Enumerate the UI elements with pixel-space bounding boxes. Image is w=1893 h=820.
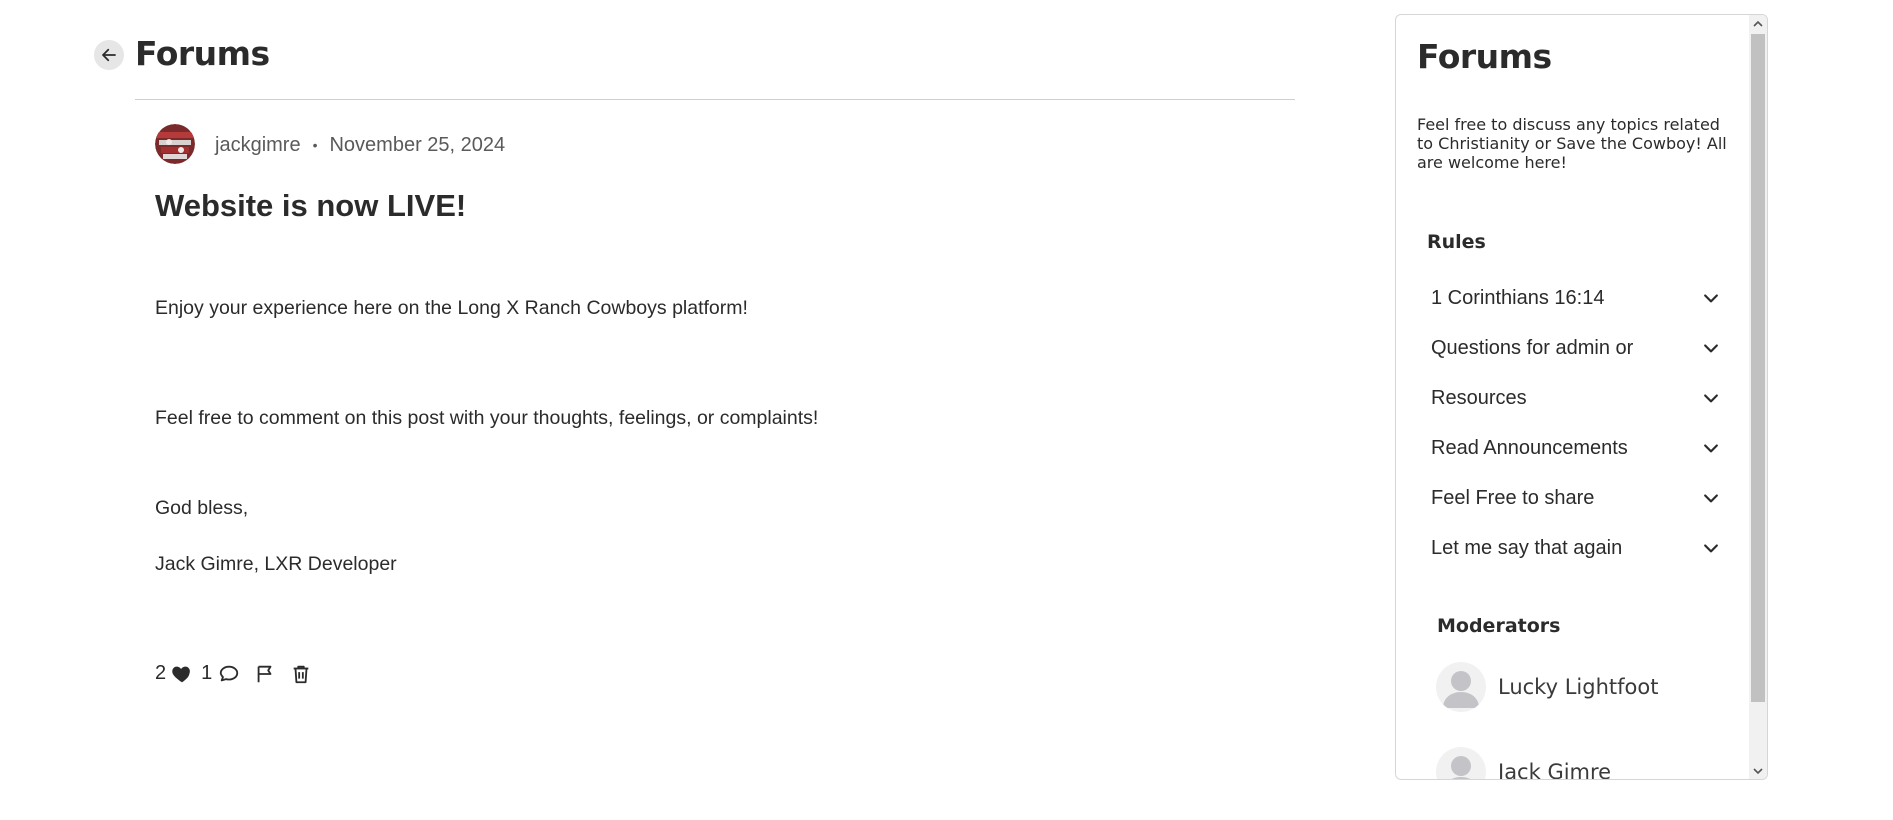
comment-count: 1 (201, 662, 213, 684)
post-actions: 2 1 (155, 662, 312, 685)
moderator-name: Lucky Lightfoot (1498, 675, 1659, 699)
back-button[interactable] (94, 40, 124, 70)
title-divider (135, 99, 1295, 100)
heart-icon (172, 666, 191, 682)
rule-item[interactable]: Let me say that again (1431, 523, 1721, 573)
post-meta: jackgimre • November 25, 2024 (215, 132, 505, 158)
user-placeholder-icon (1451, 756, 1471, 779)
chevron-down-icon (1704, 444, 1718, 453)
rule-item[interactable]: Questions for admin or (1431, 323, 1721, 373)
forum-sidebar: Forums Feel free to discuss any topics r… (1395, 14, 1768, 780)
scrollbar-thumb[interactable] (1751, 34, 1765, 702)
post-paragraph: God bless, (155, 497, 249, 519)
moderator-name: Jack Gimre (1498, 760, 1612, 780)
chevron-down-icon (1704, 494, 1718, 503)
post-paragraph: Enjoy your experience here on the Long X… (155, 297, 748, 319)
post-title: Website is now LIVE! (155, 188, 467, 223)
page-title: Forums (135, 34, 270, 73)
rule-item[interactable]: Resources (1431, 373, 1721, 423)
rule-label: Read Announcements (1431, 436, 1628, 459)
chevron-down-icon (1704, 294, 1718, 303)
chevron-down-icon (1704, 394, 1718, 403)
scroll-up-button[interactable] (1749, 15, 1767, 32)
trash-icon (293, 665, 309, 683)
avatar (1436, 747, 1486, 779)
rule-label: Let me say that again (1431, 536, 1623, 559)
sidebar-title: Forums (1417, 37, 1552, 76)
rule-item[interactable]: Read Announcements (1431, 423, 1721, 473)
moderator-item[interactable]: Lucky Lightfoot (1436, 662, 1658, 712)
report-button[interactable] (254, 663, 276, 685)
post-paragraph: Feel free to comment on this post with y… (155, 407, 819, 429)
post-author[interactable]: jackgimre (215, 132, 301, 158)
sidebar-description: Feel free to discuss any topics related … (1417, 115, 1727, 172)
post-paragraph: Jack Gimre, LXR Developer (155, 553, 397, 575)
rule-item[interactable]: 1 Corinthians 16:14 (1431, 273, 1721, 323)
chevron-down-icon (1704, 544, 1718, 553)
chevron-down-icon (1704, 344, 1718, 353)
rules-heading: Rules (1427, 231, 1486, 253)
author-avatar[interactable] (155, 124, 195, 164)
rule-label: Resources (1431, 386, 1527, 409)
chevron-up-icon (1753, 20, 1763, 27)
delete-button[interactable] (290, 663, 312, 685)
like-button[interactable]: 2 (155, 662, 193, 685)
comment-icon (220, 665, 239, 681)
rule-item[interactable]: Feel Free to share (1431, 473, 1721, 523)
chevron-down-icon (1753, 767, 1763, 774)
like-count: 2 (155, 662, 167, 684)
rule-label: Feel Free to share (1431, 486, 1595, 509)
user-placeholder-icon (1443, 671, 1479, 708)
comment-button[interactable]: 1 (201, 662, 240, 685)
scroll-down-button[interactable] (1749, 762, 1767, 779)
rule-label: Questions for admin or (1431, 336, 1634, 359)
rules-list: 1 Corinthians 16:14 Questions for admin … (1431, 273, 1721, 573)
sidebar-scrollbar[interactable] (1749, 15, 1767, 779)
sidebar-content: Forums Feel free to discuss any topics r… (1396, 15, 1746, 779)
moderators-heading: Moderators (1437, 615, 1561, 637)
meta-separator: • (312, 137, 318, 153)
arrow-left-icon (102, 48, 116, 62)
avatar (1436, 662, 1486, 712)
flag-icon (257, 665, 272, 682)
post-date: November 25, 2024 (329, 134, 506, 156)
rule-label: 1 Corinthians 16:14 (1431, 286, 1605, 309)
moderator-item[interactable]: Jack Gimre (1436, 747, 1612, 780)
